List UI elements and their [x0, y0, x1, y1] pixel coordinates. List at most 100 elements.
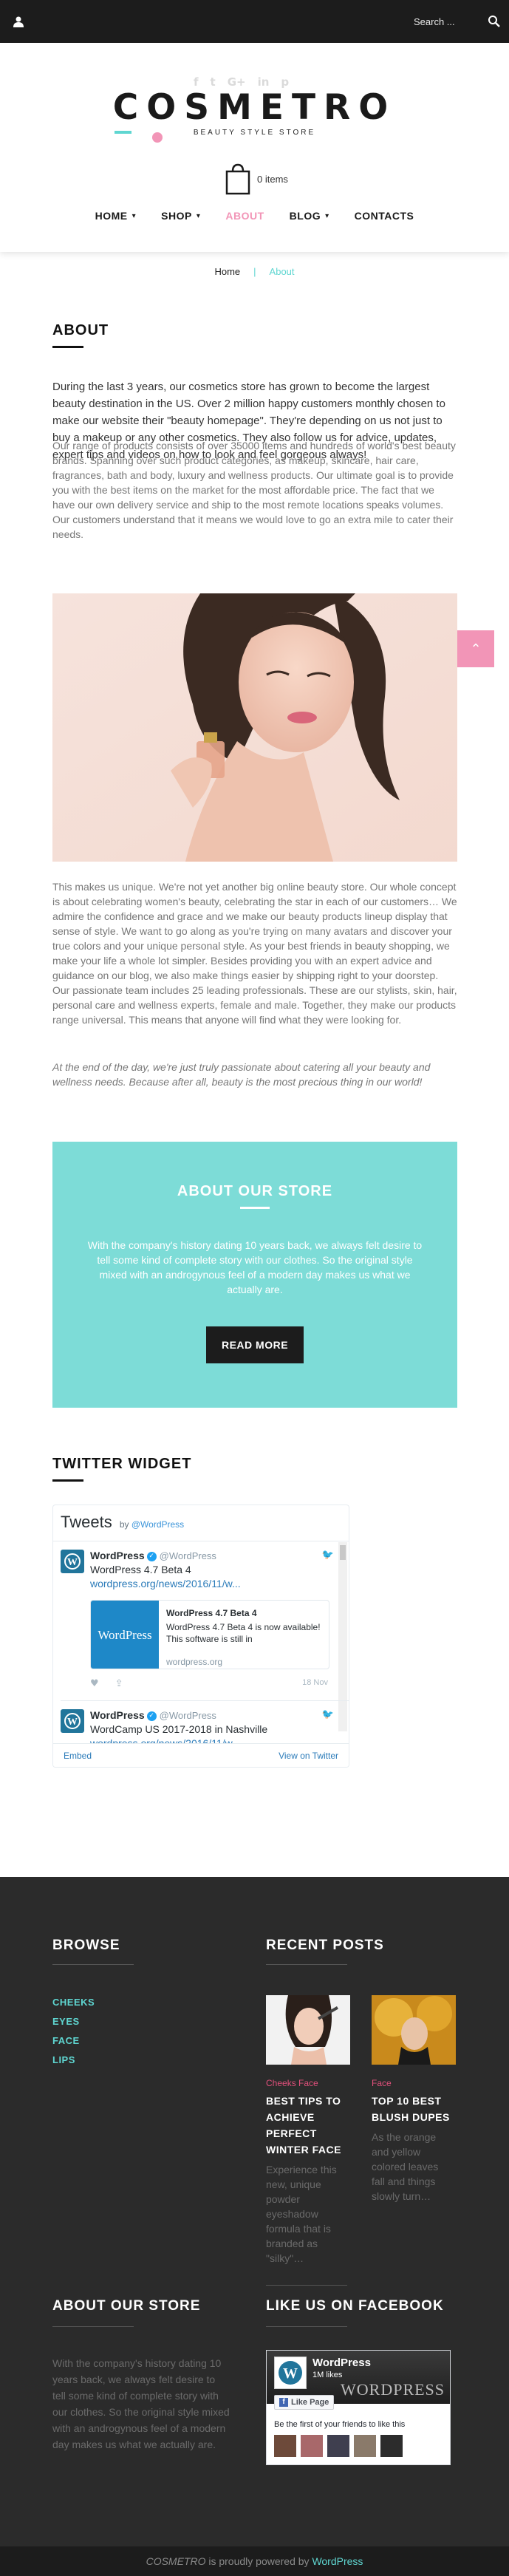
tweet-link[interactable]: wordpress.org/news/2016/11/w...: [90, 1578, 241, 1589]
wordpress-logo-icon[interactable]: W: [274, 2357, 307, 2389]
search-box: [414, 13, 502, 30]
twitter-widget-title: TWITTER WIDGET: [52, 1456, 192, 1472]
nav-label: BLOG: [289, 210, 321, 222]
scrollbar-thumb[interactable]: [340, 1545, 346, 1560]
wordpress-avatar[interactable]: W: [61, 1709, 84, 1733]
facebook-like-button[interactable]: f Like Page: [274, 2395, 335, 2410]
model-perfume-photo: [52, 593, 457, 862]
facebook-friends-text: Be the first of your friends to like thi…: [274, 2420, 406, 2429]
verified-icon: ✓: [146, 1711, 157, 1721]
post-category[interactable]: Face: [372, 2078, 392, 2088]
avatar[interactable]: [301, 2435, 323, 2457]
footer-divider: [266, 2326, 347, 2327]
user-icon[interactable]: [12, 15, 25, 28]
facebook-page-name[interactable]: WordPress: [312, 2357, 371, 2369]
footer-facebook-title: LIKE US ON FACEBOOK: [266, 2298, 444, 2314]
browse-link-face[interactable]: FACE: [52, 2035, 80, 2046]
avatar[interactable]: [380, 2435, 403, 2457]
card-image: WordPress: [91, 1601, 159, 1669]
shopping-bag-icon[interactable]: [225, 163, 251, 195]
svg-text:W: W: [67, 1717, 78, 1728]
wordpress-link[interactable]: WordPress: [312, 2555, 363, 2567]
footer-about-store-text: With the company's history dating 10 yea…: [52, 2357, 230, 2450]
author-name: WordPress: [90, 1550, 145, 1561]
search-input[interactable]: [414, 16, 482, 27]
timeline-handle-link[interactable]: @WordPress: [131, 1519, 184, 1530]
nav-item-blog[interactable]: BLOG ▾: [290, 210, 329, 222]
footer-about-store-title: ABOUT OUR STORE: [52, 2298, 201, 2314]
timeline-header: Tweets by @WordPress: [61, 1513, 184, 1532]
nav-item-home[interactable]: HOME ▾: [95, 210, 137, 222]
tweet-date[interactable]: 18 Nov: [302, 1678, 328, 1687]
nav-item-contacts[interactable]: CONTACTS: [355, 210, 414, 222]
footer-divider: [266, 2285, 347, 2286]
breadcrumb-separator: |: [253, 266, 256, 277]
verified-icon: ✓: [146, 1551, 157, 1561]
tweet-body: WordCamp US 2017-2018 in Nashville: [90, 1723, 268, 1735]
twitter-bird-icon[interactable]: 🐦: [322, 1550, 334, 1561]
avatar[interactable]: [354, 2435, 376, 2457]
tweet-link-card[interactable]: WordPress WordPress 4.7 Beta 4 WordPress…: [90, 1600, 329, 1669]
nav-label: SHOP: [161, 210, 192, 222]
site-tagline: BEAUTY STYLE STORE: [193, 129, 316, 137]
tweet-author[interactable]: WordPress ✓ @WordPress: [90, 1550, 216, 1561]
copyright-mid: is proudly powered by: [205, 2555, 312, 2567]
facebook-page-plugin: W WordPress 1M likes WORDPRESS f Like Pag…: [266, 2350, 451, 2465]
post-thumbnail-blush[interactable]: [372, 1995, 456, 2065]
site-logo[interactable]: COSMETRO: [0, 87, 509, 128]
tweet-actions: ♥ ⇪: [90, 1678, 123, 1689]
breadcrumb-current: About: [269, 266, 295, 277]
divider: [61, 1700, 349, 1701]
card-description: WordPress 4.7 Beta 4 is now available! T…: [166, 1622, 321, 1644]
browse-link-cheeks[interactable]: CHEEKS: [52, 1997, 95, 2008]
about-body-paragraph-2: This makes us unique. We're not yet anot…: [52, 881, 457, 1026]
post-title-link[interactable]: BEST TIPS TO ACHIEVE PERFECT WINTER FACE: [266, 2093, 353, 2158]
post-title-link[interactable]: TOP 10 BEST BLUSH DUPES: [372, 2093, 457, 2125]
wordpress-logo-icon: W: [64, 1713, 81, 1729]
share-icon[interactable]: ⇪: [115, 1678, 123, 1689]
svg-text:W: W: [283, 2365, 298, 2382]
store-panel-underline: [240, 1207, 270, 1209]
wordpress-avatar[interactable]: W: [61, 1550, 84, 1573]
breadcrumb-home-link[interactable]: Home: [214, 266, 240, 277]
svg-text:W: W: [67, 1557, 78, 1568]
nav-item-shop[interactable]: SHOP ▾: [161, 210, 200, 222]
tweet-author[interactable]: WordPress ✓ @WordPress: [90, 1709, 216, 1721]
post-excerpt: As the orange and yellow colored leaves …: [372, 2131, 439, 2202]
scroll-to-top-button[interactable]: ⌃: [457, 630, 494, 667]
embed-link[interactable]: Embed: [64, 1751, 92, 1761]
avatar[interactable]: [274, 2435, 296, 2457]
tweet-body: WordPress 4.7 Beta 4: [90, 1564, 191, 1575]
timeline-scrollbar[interactable]: [338, 1542, 347, 1731]
copyright-text: COSMETRO is proudly powered by WordPress: [0, 2555, 509, 2567]
read-more-button[interactable]: READ MORE: [206, 1326, 304, 1363]
browse-link-lips[interactable]: LIPS: [52, 2054, 75, 2065]
chevron-down-icon: ▾: [325, 211, 329, 220]
post-thumbnail-makeup[interactable]: [266, 1995, 350, 2065]
avatar[interactable]: [327, 2435, 349, 2457]
nav-item-about[interactable]: ABOUT: [225, 210, 264, 222]
card-url: wordpress.org: [166, 1657, 223, 1667]
timeline-footer: Embed View on Twitter: [53, 1743, 349, 1767]
cart-count[interactable]: 0 items: [257, 174, 288, 185]
site-header: f t G+ in p COSMETRO BEAUTY STYLE STORE …: [0, 43, 509, 252]
search-icon[interactable]: [488, 15, 501, 28]
nav-label: ABOUT: [225, 210, 264, 222]
like-icon[interactable]: ♥: [90, 1678, 99, 1689]
author-handle: @WordPress: [159, 1710, 216, 1721]
tweets-label: Tweets: [61, 1513, 112, 1531]
cart[interactable]: 0 items: [225, 163, 288, 195]
wordpress-wordmark: WORDPRESS: [341, 2380, 445, 2399]
wordpress-logo-icon: W: [64, 1553, 81, 1570]
twitter-bird-icon[interactable]: 🐦: [322, 1709, 334, 1720]
page-title: ABOUT: [52, 322, 109, 338]
footer-browse-title: BROWSE: [52, 1938, 120, 1953]
browse-link-eyes[interactable]: EYES: [52, 2016, 80, 2027]
card-title: WordPress 4.7 Beta 4: [166, 1608, 257, 1618]
facebook-faces: [274, 2435, 403, 2457]
view-on-twitter-link[interactable]: View on Twitter: [279, 1751, 338, 1761]
like-page-label: Like Page: [291, 2398, 329, 2407]
facebook-likes: 1M likes: [312, 2371, 343, 2379]
post-category[interactable]: Cheeks Face: [266, 2078, 318, 2088]
author-name: WordPress: [90, 1709, 145, 1721]
